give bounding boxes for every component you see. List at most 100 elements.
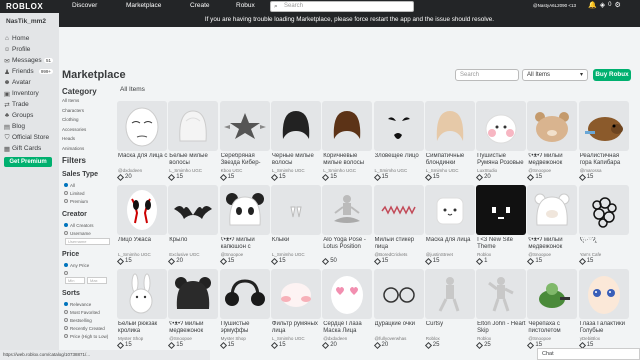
- item-thumbnail[interactable]: [219, 101, 270, 151]
- item-name[interactable]: Фильтр румяных лица: [272, 321, 322, 335]
- item-card[interactable]: Клыки L_Smimho UGC 15: [270, 185, 322, 265]
- category-item[interactable]: Accessories: [62, 125, 112, 135]
- item-creator[interactable]: yDebiBlox: [580, 336, 600, 341]
- sidebar-item-blog[interactable]: ▤ Blog: [0, 121, 59, 132]
- item-name[interactable]: Симпатичные блондинки: [426, 153, 476, 167]
- item-card[interactable]: ʕ̢·͡˔·ོɁ̡̢ Yan's Cafe 15: [578, 185, 630, 265]
- item-name[interactable]: Милый стикер лица: [375, 237, 425, 251]
- item-thumbnail[interactable]: [322, 101, 373, 151]
- item-creator[interactable]: L_Smimho UGC: [169, 168, 202, 173]
- radio-button[interactable]: [64, 199, 68, 203]
- item-name[interactable]: ʕ̢·͡˔·ོɁ̡̢: [580, 237, 630, 251]
- item-name[interactable]: Сердце Глаза Маска Лица: [323, 321, 373, 335]
- item-card[interactable]: Черепаха с пистолетом @Snoopoe 15: [527, 269, 578, 349]
- item-thumbnail[interactable]: [168, 185, 219, 235]
- sales-type-option[interactable]: Premium: [62, 197, 112, 205]
- sort-option[interactable]: Bestselling: [62, 316, 112, 324]
- item-creator[interactable]: @marossa: [580, 168, 602, 173]
- item-name[interactable]: Клыки: [272, 237, 322, 251]
- nav-create[interactable]: Create: [190, 2, 210, 9]
- item-card[interactable]: Черные милые волосы L_Smimho UGC 15: [270, 101, 321, 181]
- item-name[interactable]: Глаза Галактики Голубые: [580, 321, 630, 335]
- item-card[interactable]: Elton John - Heart Skip Roblox 25: [476, 269, 527, 349]
- item-creator[interactable]: @Snoopoe: [169, 336, 192, 341]
- radio-button[interactable]: [64, 183, 68, 187]
- item-name[interactable]: ʕ•ᴥ•ʔ милый медвежонок: [528, 237, 578, 251]
- radio-button[interactable]: [64, 334, 68, 338]
- item-thumbnail[interactable]: [322, 185, 373, 235]
- top-search-input[interactable]: ⌕ Search: [270, 1, 414, 12]
- roblox-logo[interactable]: ROBLOX: [6, 2, 43, 11]
- item-creator[interactable]: @fullyoverwhas: [375, 336, 407, 341]
- item-thumbnail[interactable]: [270, 185, 321, 235]
- sidebar-item-groups[interactable]: ♣ Groups: [0, 110, 59, 121]
- item-card[interactable]: ʕ•ᴥ•ʔ милый капюшон с @Snoopoe 15: [219, 185, 270, 265]
- radio-button[interactable]: [64, 191, 68, 195]
- notifications-icon[interactable]: 🔔: [588, 1, 597, 9]
- robux-icon[interactable]: ◈: [600, 1, 605, 9]
- sidebar-item-avatar[interactable]: ☻ Avatar: [0, 77, 59, 88]
- category-item[interactable]: Characters: [62, 106, 112, 116]
- item-creator[interactable]: Myster Shop: [118, 336, 143, 341]
- item-creator[interactable]: @dxdxdeen: [118, 168, 142, 173]
- item-thumbnail[interactable]: [219, 185, 270, 235]
- item-thumbnail[interactable]: [117, 185, 167, 235]
- item-creator[interactable]: @Snoopoe: [221, 252, 244, 257]
- item-card[interactable]: Пушистые Румяна Розовые LuxStudio 20: [476, 101, 527, 181]
- item-thumbnail[interactable]: [476, 269, 527, 319]
- item-name[interactable]: Маска для лица с: [118, 153, 168, 167]
- item-creator[interactable]: @Snoopoe: [528, 252, 551, 257]
- item-thumbnail[interactable]: [424, 101, 475, 151]
- get-premium-button[interactable]: Get Premium: [4, 157, 52, 167]
- category-select[interactable]: All Items ▾: [522, 69, 588, 81]
- item-card[interactable]: Глаза Галактики Голубые yDebiBlox 15: [578, 269, 630, 349]
- item-creator[interactable]: @justinStreet: [426, 252, 453, 257]
- buy-robux-button[interactable]: Buy Robux: [593, 69, 631, 81]
- item-creator[interactable]: L_Smimho UGC: [375, 168, 408, 173]
- item-thumbnail[interactable]: [117, 269, 167, 319]
- item-name[interactable]: I <3 New Site Theme: [477, 237, 527, 251]
- item-name[interactable]: Пушистые эрмуффы: [221, 321, 271, 335]
- sidebar-item-messages[interactable]: ✉ Messages 51: [0, 55, 59, 66]
- item-card[interactable]: ʕ•ᴥ•ʔ милый медвежонок @Snoopoe 15: [527, 185, 578, 265]
- item-thumbnail[interactable]: [424, 269, 475, 319]
- item-name[interactable]: ʕ•ᴥ•ʔ милый медвежонок: [169, 321, 219, 335]
- category-item[interactable]: All Items: [62, 96, 112, 106]
- item-card[interactable]: Сердце Глаза Маска Лица @dxdxdeen 20: [322, 269, 373, 349]
- item-card[interactable]: Белый рюкзак кролика Myster Shop 15: [116, 269, 168, 349]
- item-thumbnail[interactable]: [476, 101, 527, 151]
- item-card[interactable]: Curtsy Roblox 25: [424, 269, 475, 349]
- item-card[interactable]: Крыло Exclusive UGC 20: [168, 185, 219, 265]
- sort-option[interactable]: Price (High to Low): [62, 332, 112, 340]
- item-thumbnail[interactable]: [373, 269, 424, 319]
- marketplace-search-input[interactable]: Search: [455, 69, 519, 81]
- item-card[interactable]: Серебряная Звезда Кибер- Kboo UGC 15: [219, 101, 270, 181]
- sidebar-username[interactable]: NasTik_mm2: [0, 13, 59, 33]
- price-option[interactable]: [62, 269, 112, 277]
- item-card[interactable]: Маска для лица с @dxdxdeen 20: [116, 101, 168, 181]
- item-card[interactable]: Alo Yoga Pose - Lotus Position 50: [322, 185, 373, 265]
- item-creator[interactable]: Myster Shop: [221, 336, 246, 341]
- item-name[interactable]: Лицо Ужаса: [118, 237, 168, 251]
- item-thumbnail[interactable]: [117, 101, 167, 151]
- item-thumbnail[interactable]: [373, 101, 424, 151]
- item-card[interactable]: Зловещее Лицо L_Smimho UGC 15: [373, 101, 424, 181]
- radio-button[interactable]: [64, 302, 68, 306]
- item-creator[interactable]: @dxdxdeen: [323, 336, 347, 341]
- item-creator[interactable]: L_Smimho UGC: [272, 336, 305, 341]
- item-card[interactable]: I <3 New Site Theme Roblox 1: [476, 185, 527, 265]
- sidebar-item-inventory[interactable]: ▣ Inventory: [0, 88, 59, 99]
- item-creator[interactable]: LuxStudio: [477, 168, 497, 173]
- sidebar-item-friends[interactable]: ♟ Friends 999+: [0, 66, 59, 77]
- item-name[interactable]: Alo Yoga Pose - Lotus Position: [323, 237, 373, 251]
- item-card[interactable]: ʕ•ᴥ•ʔ милый медвежонок @Snoopoe 15: [527, 101, 578, 181]
- item-creator[interactable]: L_Smimho UGC: [272, 252, 305, 257]
- item-thumbnail[interactable]: [168, 269, 219, 319]
- creator-option[interactable]: Username: [62, 229, 112, 237]
- radio-button[interactable]: [64, 271, 68, 275]
- radio-button[interactable]: [64, 223, 68, 227]
- item-thumbnail[interactable]: [219, 269, 270, 319]
- item-thumbnail[interactable]: [578, 185, 629, 235]
- item-name[interactable]: Белый рюкзак кролика: [118, 321, 168, 335]
- item-thumbnail[interactable]: [270, 101, 321, 151]
